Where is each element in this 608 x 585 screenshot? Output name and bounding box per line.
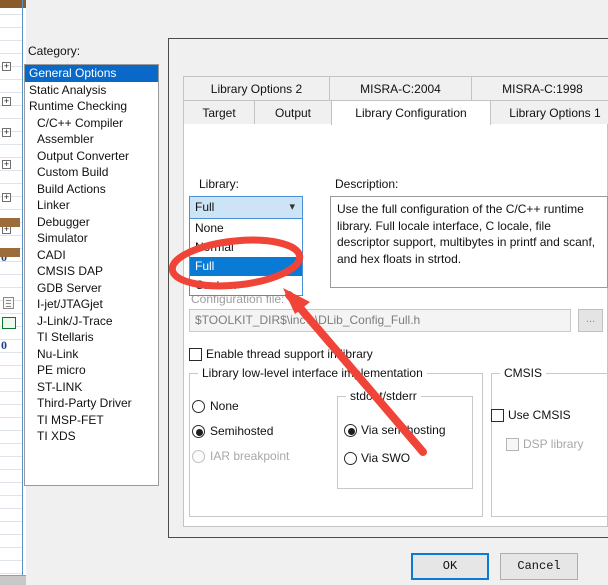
lowlevel-radio-iar-breakpoint <box>192 450 205 463</box>
category-item[interactable]: GDB Server <box>25 280 158 297</box>
dsp-library-checkbox <box>506 438 519 451</box>
library-combo-value: Full <box>195 200 215 214</box>
tab-output[interactable]: Output <box>254 100 332 125</box>
category-item[interactable]: TI XDS <box>25 428 158 445</box>
use-cmsis-label: Use CMSIS <box>508 408 571 422</box>
stdio-radio-via-semihosting[interactable] <box>344 424 357 437</box>
description-label: Description: <box>335 177 399 191</box>
configuration-file-browse-button[interactable]: ... <box>578 309 603 332</box>
tab-strip-top[interactable]: Library Options 2 MISRA-C:2004 MISRA-C:199… <box>183 76 608 101</box>
category-item[interactable]: TI Stellaris <box>25 329 158 346</box>
chevron-down-icon: ▾ <box>289 201 295 213</box>
lowlevel-radio-iar-breakpoint-label: IAR breakpoint <box>210 449 290 463</box>
use-cmsis-checkbox[interactable] <box>491 409 504 422</box>
tab-misra-c-2004[interactable]: MISRA-C:2004 <box>329 76 472 101</box>
configuration-file-input[interactable]: $TOOLKIT_DIR$\inc\c\DLib_Config_Full.h <box>189 309 571 332</box>
category-item[interactable]: TI MSP-FET <box>25 412 158 429</box>
category-label: Category: <box>28 44 81 58</box>
category-item[interactable]: Output Converter <box>25 148 158 165</box>
category-item[interactable]: ST-LINK <box>25 379 158 396</box>
library-option-custom[interactable]: Custom <box>190 276 302 295</box>
category-item[interactable]: PE micro <box>25 362 158 379</box>
lowlevel-radio-none-label: None <box>210 399 239 413</box>
tab-library-options-1[interactable]: Library Options 1 <box>490 100 608 125</box>
category-item[interactable]: Nu-Link <box>25 346 158 363</box>
stdio-radio-via-swo-label: Via SWO <box>361 451 411 465</box>
category-item[interactable]: Custom Build <box>25 164 158 181</box>
stdout-stderr-group-title: stdout/stderr <box>346 389 421 403</box>
category-item[interactable]: General Options <box>25 65 158 82</box>
library-label: Library: <box>199 177 240 191</box>
stdio-radio-via-semihosting-label: Via semihosting <box>361 423 446 437</box>
category-item[interactable]: J-Link/J-Trace <box>25 313 158 330</box>
tab-library-options-2[interactable]: Library Options 2 <box>183 76 330 101</box>
category-item[interactable]: Third-Party Driver <box>25 395 158 412</box>
enable-thread-support-label: Enable thread support in library <box>206 347 373 361</box>
cmsis-group-title: CMSIS <box>500 366 547 380</box>
library-combo-dropdown[interactable]: None Normal Full Custom <box>189 219 303 296</box>
lowlevel-radio-none[interactable] <box>192 400 205 413</box>
category-item[interactable]: C/C++ Compiler <box>25 115 158 132</box>
category-item[interactable]: CMSIS DAP <box>25 263 158 280</box>
category-item[interactable]: Runtime Checking <box>25 98 158 115</box>
library-option-normal[interactable]: Normal <box>190 238 302 257</box>
lowlevel-radio-semihosted-label: Semihosted <box>210 424 274 438</box>
dsp-library-label: DSP library <box>523 437 584 451</box>
lowlevel-radio-semihosted[interactable] <box>192 425 205 438</box>
library-combo[interactable]: Full ▾ <box>189 196 303 219</box>
category-item[interactable]: Assembler <box>25 131 158 148</box>
library-option-full[interactable]: Full <box>190 257 302 276</box>
stdio-radio-via-swo[interactable] <box>344 452 357 465</box>
library-option-none[interactable]: None <box>190 219 302 238</box>
tab-library-configuration[interactable]: Library Configuration <box>331 100 491 125</box>
lowlevel-interface-group-title: Library low-level interface implementati… <box>198 366 427 380</box>
options-dialog: Category: General Options Static Analysis… <box>0 0 608 585</box>
ok-button[interactable]: OK <box>411 553 489 580</box>
enable-thread-support-checkbox[interactable] <box>189 348 202 361</box>
category-item[interactable]: Simulator <box>25 230 158 247</box>
screenshot-root: + + + + + +0 0 Category: General Options Static… <box>0 0 608 585</box>
tab-strip-bottom[interactable]: Target Output Library Configuration Library… <box>183 100 608 125</box>
category-item[interactable]: I-jet/JTAGjet <box>25 296 158 313</box>
stdout-stderr-group: stdout/stderr <box>337 389 473 489</box>
description-text: Use the full configuration of the C/C++ … <box>330 196 608 288</box>
category-item[interactable]: Debugger <box>25 214 158 231</box>
cancel-button[interactable]: Cancel <box>500 553 578 580</box>
category-list[interactable]: General Options Static Analysis Runtime Ch… <box>24 64 159 486</box>
category-item[interactable]: Static Analysis <box>25 82 158 99</box>
category-item[interactable]: Linker <box>25 197 158 214</box>
category-item[interactable]: CADI <box>25 247 158 264</box>
category-item[interactable]: Build Actions <box>25 181 158 198</box>
tab-target[interactable]: Target <box>183 100 255 125</box>
tab-misra-c-1998[interactable]: MISRA-C:1998 <box>471 76 608 101</box>
